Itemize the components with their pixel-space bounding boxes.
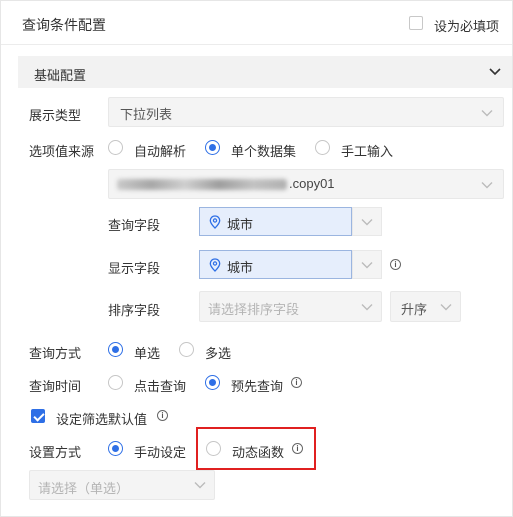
chevron-down-icon <box>361 262 373 269</box>
required-checkbox[interactable] <box>409 16 423 30</box>
radio-manual-input-label: 手工输入 <box>341 144 394 159</box>
info-icon[interactable]: i <box>291 377 302 388</box>
display-type-select[interactable]: 下拉列表 <box>108 97 504 127</box>
radio-single-select-label: 单选 <box>134 346 161 361</box>
radio-click-query-label: 点击查询 <box>134 379 187 394</box>
chevron-down-icon <box>361 304 373 311</box>
section-title: 基础配置 <box>34 68 87 83</box>
sort-field-label: 排序字段 <box>108 303 161 318</box>
sort-field-placeholder: 请选择排序字段 <box>208 302 300 317</box>
query-time-label: 查询时间 <box>29 379 82 394</box>
radio-dynamic-function-label: 动态函数 <box>232 445 285 460</box>
set-mode-label: 设置方式 <box>29 445 82 460</box>
location-pin-icon <box>209 215 221 229</box>
option-source-label: 选项值来源 <box>29 144 95 159</box>
header-divider <box>1 44 512 45</box>
radio-pre-query-label: 预先查询 <box>231 379 284 394</box>
radio-click-query[interactable] <box>108 375 123 390</box>
query-field-label: 查询字段 <box>108 218 161 233</box>
radio-dynamic-function[interactable] <box>206 441 221 456</box>
panel-title: 查询条件配置 <box>22 17 106 33</box>
sort-order-value: 升序 <box>401 302 428 317</box>
display-field-value: 城市 <box>227 260 254 275</box>
required-label: 设为必填项 <box>434 19 500 34</box>
query-field-dropdown[interactable] <box>352 207 382 236</box>
display-type-value: 下拉列表 <box>120 107 173 122</box>
chevron-down-icon <box>489 68 501 76</box>
default-value-label: 设定筛选默认值 <box>56 412 148 427</box>
radio-multi-select-label: 多选 <box>205 346 232 361</box>
radio-pre-query[interactable] <box>205 375 220 390</box>
radio-auto-parse[interactable] <box>108 140 123 155</box>
chevron-down-icon <box>194 482 206 489</box>
info-icon[interactable]: i <box>157 410 168 421</box>
radio-manual-input[interactable] <box>315 140 330 155</box>
display-field-chip[interactable]: 城市 <box>199 250 352 279</box>
info-icon[interactable]: i <box>292 443 303 454</box>
query-field-chip[interactable]: 城市 <box>199 207 352 236</box>
chevron-down-icon <box>440 304 452 311</box>
query-mode-label: 查询方式 <box>29 346 82 361</box>
display-type-label: 展示类型 <box>29 108 82 123</box>
sort-field-select[interactable]: 请选择排序字段 <box>199 291 382 322</box>
chevron-down-icon <box>481 182 493 189</box>
chevron-down-icon <box>481 110 493 117</box>
dataset-suffix: .copy01 <box>289 176 335 191</box>
radio-auto-parse-label: 自动解析 <box>134 144 187 159</box>
default-value-placeholder: 请选择（单选） <box>38 481 130 496</box>
default-value-select[interactable]: 请选择（单选） <box>29 470 215 500</box>
basic-config-section[interactable]: 基础配置 <box>18 56 512 88</box>
radio-manual-set-label: 手动设定 <box>134 445 187 460</box>
location-pin-icon <box>209 258 221 272</box>
dataset-name-blurred <box>117 179 287 190</box>
radio-manual-set[interactable] <box>108 441 123 456</box>
sort-order-select[interactable]: 升序 <box>390 291 461 322</box>
dataset-select[interactable]: .copy01 <box>108 169 504 199</box>
radio-single-select[interactable] <box>108 342 123 357</box>
radio-single-dataset-label: 单个数据集 <box>231 144 297 159</box>
info-icon[interactable]: i <box>390 259 401 270</box>
chevron-down-icon <box>361 219 373 226</box>
radio-multi-select[interactable] <box>179 342 194 357</box>
query-field-value: 城市 <box>227 217 254 232</box>
display-field-dropdown[interactable] <box>352 250 382 279</box>
default-value-checkbox[interactable] <box>31 409 45 423</box>
radio-single-dataset[interactable] <box>205 140 220 155</box>
display-field-label: 显示字段 <box>108 261 161 276</box>
